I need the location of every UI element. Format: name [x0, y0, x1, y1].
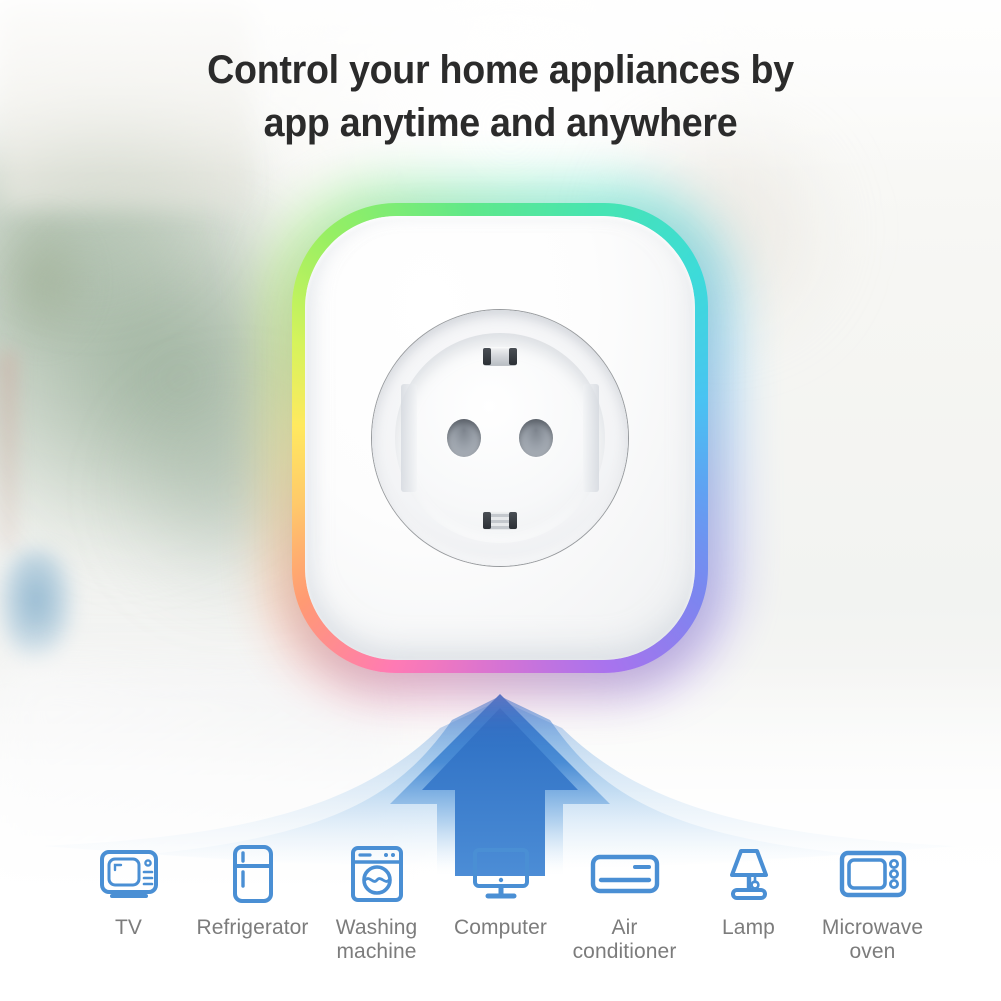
earth-clip-end — [483, 512, 491, 529]
earth-clip-bottom — [483, 511, 517, 530]
headline-line-1: Control your home appliances by — [207, 48, 794, 92]
appliance-label: Refrigerator — [196, 916, 309, 939]
earth-clip-end — [483, 348, 491, 365]
product-banner: Control your home appliances by app anyt… — [0, 0, 1001, 1001]
socket-recess — [372, 310, 628, 566]
appliance-item-microwave-oven[interactable]: Microwave oven — [811, 841, 935, 963]
appliance-label: Microwave oven — [821, 916, 924, 963]
appliance-list: TV Refrigerator Washing machine Computer… — [0, 841, 1001, 1001]
refrigerator-icon — [229, 841, 277, 907]
appliance-item-air-conditioner[interactable]: Air conditioner — [563, 841, 687, 963]
headline: Control your home appliances by app anyt… — [30, 44, 971, 150]
appliance-item-computer[interactable]: Computer — [439, 841, 563, 940]
rgb-led-ring — [292, 203, 708, 673]
appliance-item-washing-machine[interactable]: Washing machine — [315, 841, 439, 963]
headline-line-2: app anytime and anywhere — [263, 100, 738, 145]
air-conditioner-icon — [589, 841, 661, 907]
lamp-icon — [721, 841, 777, 907]
earth-clip-top — [483, 347, 517, 366]
background-plant — [0, 210, 96, 350]
appliance-item-tv[interactable]: TV — [67, 841, 191, 940]
appliance-label: Air conditioner — [572, 916, 677, 963]
socket-channel-left — [401, 384, 417, 492]
socket-pin-hole-right — [519, 419, 553, 457]
microwave-oven-icon — [838, 841, 908, 907]
appliance-label: Washing machine — [335, 916, 418, 963]
computer-icon — [470, 841, 532, 907]
socket-face — [395, 333, 605, 543]
earth-clip-end — [509, 348, 517, 365]
smart-plug-product — [266, 181, 734, 695]
socket-channel-right — [583, 384, 599, 492]
appliance-label: Lamp — [722, 916, 775, 939]
plug-body — [305, 216, 695, 660]
washing-machine-icon — [348, 841, 406, 907]
background-rod — [0, 350, 16, 550]
background-blue-vase — [0, 550, 72, 660]
appliance-label: TV — [114, 916, 143, 939]
tv-icon — [98, 841, 160, 907]
appliance-item-lamp[interactable]: Lamp — [687, 841, 811, 940]
appliance-item-refrigerator[interactable]: Refrigerator — [191, 841, 315, 940]
earth-clip-end — [509, 512, 517, 529]
socket-pin-hole-left — [447, 419, 481, 457]
appliance-label: Computer — [453, 916, 547, 939]
